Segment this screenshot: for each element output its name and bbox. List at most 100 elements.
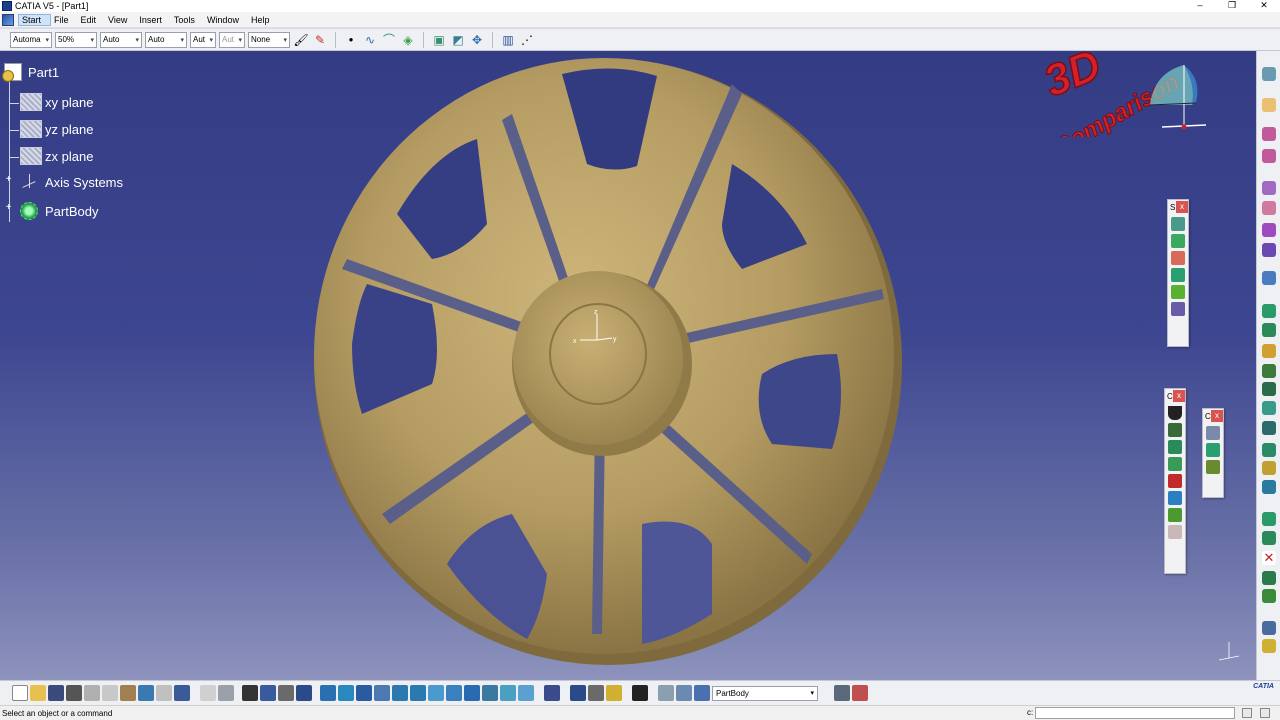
sphere-icon[interactable] (1262, 344, 1276, 358)
fly-mode-icon[interactable] (320, 685, 336, 701)
curve-icon[interactable] (1171, 251, 1185, 265)
axis-system-icon[interactable]: ⋰ (519, 32, 535, 48)
tree-item-xy-plane[interactable]: xy plane (20, 93, 93, 111)
menu-insert[interactable]: Insert (136, 15, 171, 25)
expand-icon[interactable]: + (4, 175, 13, 185)
blend-icon[interactable] (1171, 268, 1185, 282)
copy-icon[interactable] (102, 685, 118, 701)
color-combo[interactable]: Automa ▾ (10, 31, 52, 48)
catalog-icon[interactable] (260, 685, 276, 701)
shading-icon[interactable] (482, 685, 498, 701)
layer-combo[interactable]: None ▾ (248, 31, 290, 48)
offset-icon[interactable] (1262, 382, 1276, 396)
circle-icon[interactable] (1262, 271, 1276, 285)
rough-offset-icon[interactable] (1262, 421, 1276, 435)
analysis-icon[interactable] (1262, 639, 1276, 653)
zoom-out-icon[interactable] (410, 685, 426, 701)
magnet-icon[interactable] (1168, 406, 1182, 420)
delete-icon[interactable]: ✕ (1262, 551, 1276, 565)
variable-offset-icon[interactable] (1262, 401, 1276, 415)
menu-start[interactable]: Start (18, 13, 52, 26)
menu-tools[interactable]: Tools (171, 15, 204, 25)
trim-icon[interactable] (1168, 457, 1182, 471)
extract-body-icon[interactable] (834, 685, 850, 701)
normal-view-icon[interactable] (428, 685, 444, 701)
scan-tree-icon[interactable] (676, 685, 692, 701)
tree-item-part1[interactable]: Part1 (2, 63, 59, 82)
whats-this-icon[interactable] (174, 685, 190, 701)
trim-icon[interactable] (1262, 589, 1276, 603)
fill-icon[interactable]: ◈ (400, 32, 416, 48)
command-options-button[interactable] (1260, 708, 1270, 718)
open-icon[interactable] (30, 685, 46, 701)
extrude-surface-icon[interactable]: ⌒ (381, 32, 397, 48)
transform-icon[interactable]: ✥ (469, 32, 485, 48)
iso-view-icon[interactable] (464, 685, 480, 701)
print-icon[interactable] (66, 685, 82, 701)
cut-icon[interactable] (84, 685, 100, 701)
extract-icon[interactable] (1168, 474, 1182, 488)
format-painter-icon[interactable]: 🖌 (293, 32, 309, 48)
point-icon[interactable] (1262, 181, 1276, 195)
thickness-icon[interactable]: ▣ (431, 32, 447, 48)
3d-viewport[interactable]: Part1 xy plane yz plane zx plane + Axis … (0, 51, 1256, 680)
update-icon[interactable] (544, 685, 560, 701)
measure-icon[interactable] (1262, 621, 1276, 635)
rotate-icon[interactable] (374, 685, 390, 701)
paste-icon[interactable] (120, 685, 136, 701)
compass-tool-icon[interactable] (588, 685, 604, 701)
positioned-sketch-icon[interactable] (1262, 149, 1276, 163)
join-icon[interactable] (1168, 423, 1182, 437)
menu-edit[interactable]: Edit (78, 15, 106, 25)
line-icon[interactable] (1262, 201, 1276, 215)
table-icon[interactable] (242, 685, 258, 701)
menu-view[interactable]: View (105, 15, 136, 25)
transparency-combo[interactable]: 50% ▾ (55, 31, 97, 48)
cylinder-icon[interactable] (1262, 364, 1276, 378)
minimize-button[interactable]: – (1184, 0, 1216, 12)
close-icon[interactable]: x (1211, 410, 1223, 422)
menu-help[interactable]: Help (248, 15, 279, 25)
redo-icon[interactable] (156, 685, 172, 701)
projection-icon[interactable] (1262, 243, 1276, 257)
select-icon[interactable] (1262, 98, 1276, 112)
corner-icon[interactable] (1206, 460, 1220, 474)
command-expand-button[interactable] (1242, 708, 1252, 718)
plane-icon[interactable] (1262, 223, 1276, 237)
menu-window[interactable]: Window (204, 15, 248, 25)
workbench-icon[interactable] (1262, 67, 1276, 81)
body-select[interactable]: PartBody ▾ (712, 685, 818, 701)
surface-icon[interactable] (1206, 443, 1220, 457)
revolve-icon[interactable] (1262, 323, 1276, 337)
multi-section-icon[interactable] (1262, 480, 1276, 494)
formula-icon[interactable] (200, 685, 216, 701)
view-compass[interactable] (1144, 55, 1210, 141)
sketcher-icon[interactable] (1262, 127, 1276, 141)
spline-icon[interactable]: ∿ (362, 32, 378, 48)
translate-icon[interactable] (1168, 491, 1182, 505)
extrapolate-icon[interactable] (1168, 508, 1182, 522)
fill-icon[interactable] (1262, 461, 1276, 475)
work-object-icon[interactable] (606, 685, 622, 701)
tree-item-zx-plane[interactable]: zx plane (20, 147, 93, 165)
split-icon[interactable] (1262, 571, 1276, 585)
system-menu-icon[interactable] (2, 13, 14, 26)
fit-all-icon[interactable] (338, 685, 354, 701)
tree-item-axis-systems[interactable]: Axis Systems (22, 174, 123, 190)
sweep-icon[interactable] (1171, 217, 1185, 231)
blend-icon[interactable] (1262, 512, 1276, 526)
multi-view-icon[interactable] (446, 685, 462, 701)
measure-icon[interactable]: ▥ (500, 32, 516, 48)
new-file-icon[interactable] (12, 685, 28, 701)
point-icon[interactable]: ● (343, 32, 359, 48)
join-icon[interactable] (1262, 531, 1276, 545)
close-button[interactable]: ✕ (1248, 0, 1280, 12)
fill-surface-icon[interactable] (1171, 234, 1185, 248)
restore-button[interactable]: ❐ (1216, 0, 1248, 12)
refresh-icon[interactable] (658, 685, 674, 701)
navigator-icon[interactable] (296, 685, 312, 701)
swap-space-icon[interactable] (518, 685, 534, 701)
close-icon[interactable]: x (1176, 201, 1188, 213)
tree-item-partbody[interactable]: PartBody (20, 202, 98, 220)
line-thickness-combo[interactable]: Auto ▾ (100, 31, 142, 48)
